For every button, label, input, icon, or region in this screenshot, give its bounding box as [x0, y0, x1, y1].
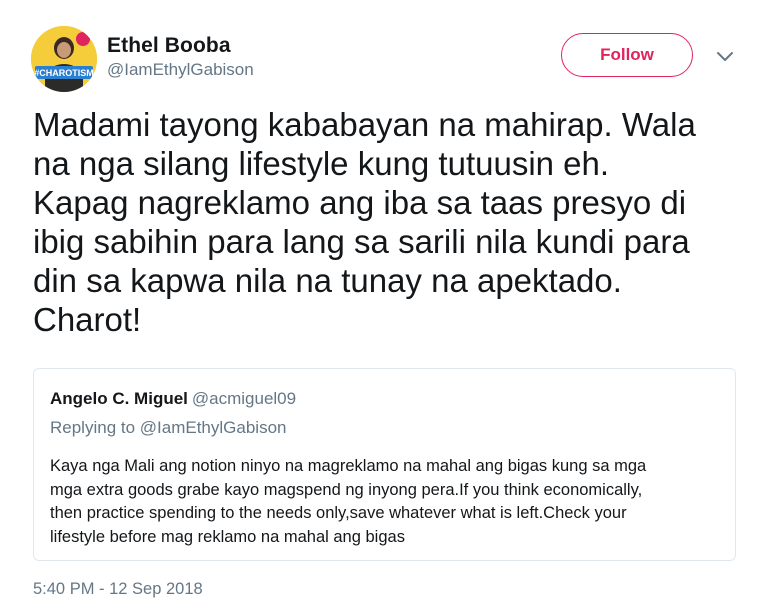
chevron-down-icon[interactable]	[716, 50, 734, 64]
quoted-author-name: Angelo C. Miguel	[50, 389, 188, 408]
avatar-image: #CHAROTISM	[31, 26, 97, 92]
tweet-text: Madami tayong kababayan na mahirap. Wala…	[33, 106, 696, 338]
author-name[interactable]: Ethel Booba	[107, 34, 231, 58]
follow-button[interactable]: Follow	[561, 33, 693, 77]
quoted-tweet[interactable]: Angelo C. Miguel @acmiguel09 Replying to …	[33, 368, 736, 561]
quoted-replying-to: Replying to @IamEthylGabison	[50, 418, 287, 437]
quoted-author-handle: @acmiguel09	[191, 389, 297, 408]
tweet-card: #CHAROTISM Ethel Booba @IamEthylGabison …	[0, 0, 768, 607]
quoted-text: Kaya nga Mali ang notion ninyo na magrek…	[50, 457, 647, 546]
tweet-timestamp[interactable]: 5:40 PM - 12 Sep 2018	[33, 580, 203, 599]
avatar-logo-text: #CHAROTISM	[34, 68, 94, 78]
avatar[interactable]: #CHAROTISM	[31, 26, 97, 92]
author-handle[interactable]: @IamEthylGabison	[107, 60, 254, 80]
quoted-author: Angelo C. Miguel @acmiguel09	[50, 389, 296, 409]
